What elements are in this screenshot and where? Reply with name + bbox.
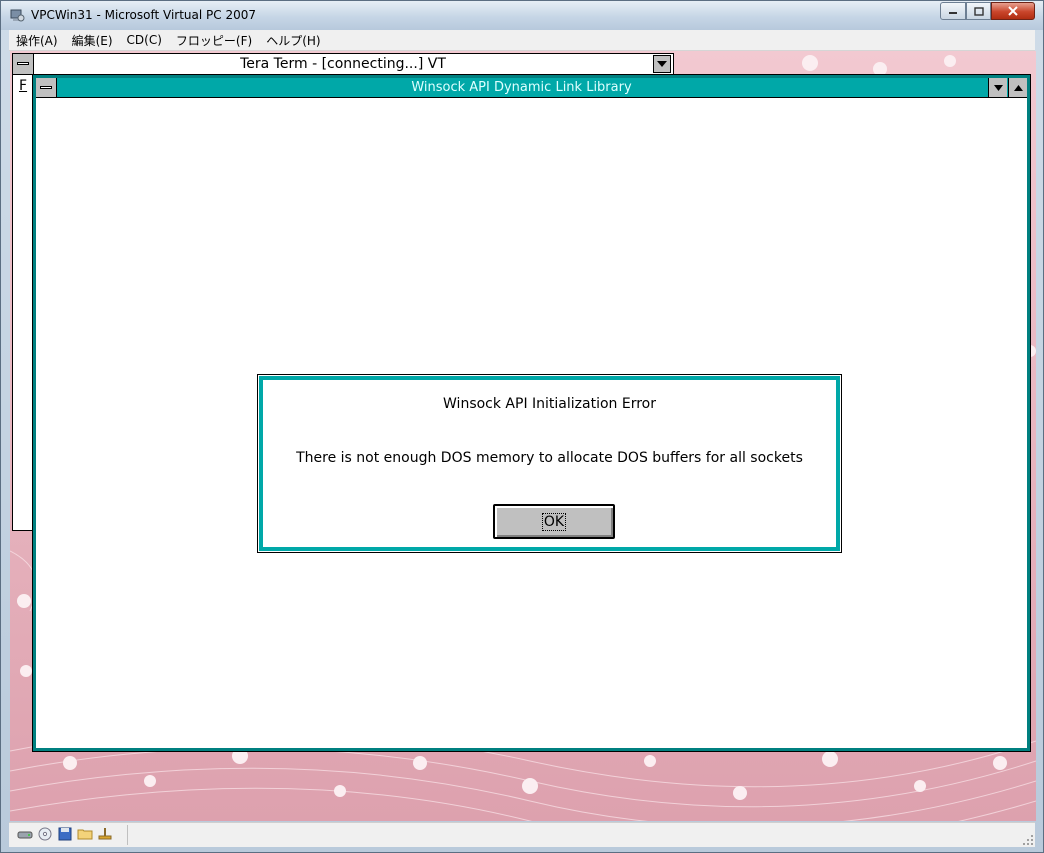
host-statusbar bbox=[9, 822, 1035, 847]
host-menubar: 操作(A) 編集(E) CD(C) フロッピー(F) ヘルプ(H) bbox=[9, 30, 1035, 51]
chevron-up-icon bbox=[1013, 84, 1023, 91]
host-window: VPCWin31 - Microsoft Virtual PC 2007 操作(… bbox=[0, 0, 1044, 853]
system-menu-icon bbox=[40, 86, 52, 89]
menu-cd[interactable]: CD(C) bbox=[120, 33, 169, 47]
shared-folder-icon[interactable] bbox=[77, 826, 93, 842]
ok-button-label: OK bbox=[541, 512, 567, 531]
teraterm-titlebar[interactable]: Tera Term - [connecting...] VT bbox=[13, 54, 673, 75]
floppy-icon[interactable] bbox=[57, 826, 73, 842]
menu-help[interactable]: ヘルプ(H) bbox=[259, 32, 327, 49]
winsock-titlebar[interactable]: Winsock API Dynamic Link Library bbox=[36, 78, 1027, 98]
chevron-down-icon bbox=[657, 61, 667, 67]
winsock-title: Winsock API Dynamic Link Library bbox=[411, 80, 632, 95]
minimize-icon bbox=[949, 12, 957, 14]
teraterm-title: Tera Term - [connecting...] VT bbox=[240, 56, 446, 72]
winsock-maximize-button[interactable] bbox=[1008, 78, 1027, 97]
host-titlebar[interactable]: VPCWin31 - Microsoft Virtual PC 2007 bbox=[1, 1, 1043, 30]
guest-screen[interactable]: Tera Term - [connecting...] VT F Winsock… bbox=[10, 51, 1036, 821]
menu-edit[interactable]: 編集(E) bbox=[65, 32, 120, 49]
resize-grip-icon[interactable] bbox=[1023, 835, 1033, 845]
network-icon[interactable] bbox=[97, 826, 113, 842]
teraterm-minimize-button[interactable] bbox=[653, 55, 671, 73]
winsock-minimize-button[interactable] bbox=[988, 78, 1007, 97]
minimize-button[interactable] bbox=[940, 2, 966, 20]
error-dialog-message: There is not enough DOS memory to alloca… bbox=[296, 450, 803, 466]
error-dialog-frame: Winsock API Initialization Error There i… bbox=[259, 376, 840, 551]
winsock-window[interactable]: Winsock API Dynamic Link Library Winsock… bbox=[32, 74, 1031, 752]
maximize-button[interactable] bbox=[966, 2, 991, 20]
close-icon bbox=[1008, 6, 1018, 16]
close-button[interactable] bbox=[991, 2, 1035, 20]
maximize-icon bbox=[973, 6, 984, 16]
statusbar-separator bbox=[127, 825, 128, 845]
host-window-title: VPCWin31 - Microsoft Virtual PC 2007 bbox=[31, 8, 257, 22]
teraterm-system-menu-button[interactable] bbox=[13, 54, 34, 74]
error-dialog: Winsock API Initialization Error There i… bbox=[257, 374, 842, 553]
hard-disk-icon[interactable] bbox=[17, 826, 33, 842]
menu-floppy[interactable]: フロッピー(F) bbox=[169, 32, 259, 49]
ok-button[interactable]: OK bbox=[493, 504, 615, 539]
system-menu-icon bbox=[17, 62, 29, 65]
chevron-down-icon bbox=[993, 84, 1003, 91]
cd-icon[interactable] bbox=[37, 826, 53, 842]
winsock-system-menu-button[interactable] bbox=[36, 78, 57, 97]
teraterm-menu-file[interactable]: F bbox=[19, 78, 27, 94]
virtual-pc-icon bbox=[10, 9, 25, 22]
menu-operation[interactable]: 操作(A) bbox=[9, 32, 65, 49]
error-dialog-title: Winsock API Initialization Error bbox=[443, 396, 656, 412]
